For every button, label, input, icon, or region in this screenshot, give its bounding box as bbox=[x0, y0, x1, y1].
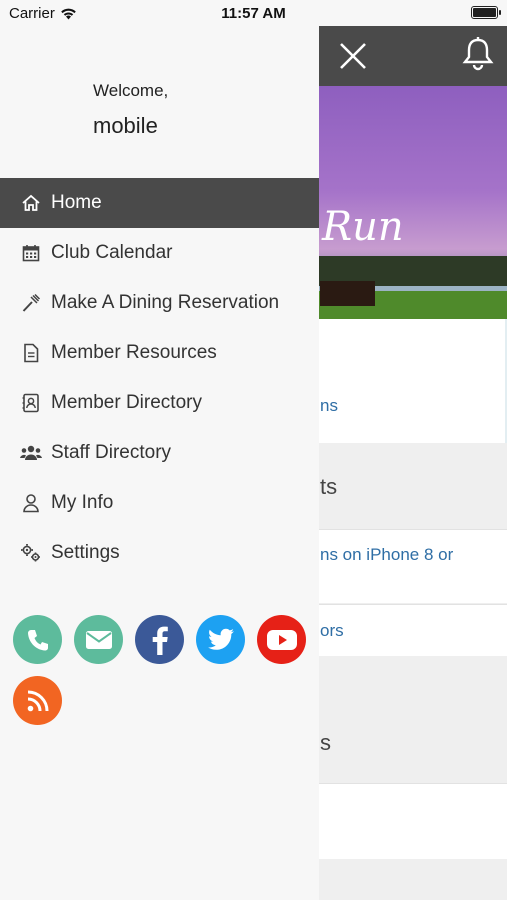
username-label: mobile bbox=[93, 113, 158, 138]
youtube-icon bbox=[266, 629, 297, 650]
clock: 11:57 AM bbox=[221, 5, 286, 22]
email-button[interactable] bbox=[74, 615, 123, 664]
bg-link-1[interactable]: ns bbox=[320, 396, 338, 416]
menu-item-label: Home bbox=[51, 192, 102, 213]
menu-item-label: Club Calendar bbox=[51, 242, 173, 263]
youtube-button[interactable] bbox=[257, 615, 306, 664]
menu-item-member-resources[interactable]: Member Resources bbox=[0, 328, 319, 378]
facebook-button[interactable] bbox=[135, 615, 184, 664]
status-bar: Carrier 11:57 AM bbox=[0, 0, 507, 26]
notifications-button[interactable] bbox=[461, 36, 495, 72]
home-icon bbox=[20, 192, 42, 214]
menu-item-dining-reservation[interactable]: Make A Dining Reservation bbox=[0, 278, 319, 328]
side-drawer: Welcome, mobile Home Club Calendar Make … bbox=[0, 26, 319, 900]
bg-link-2[interactable]: ns on iPhone 8 or bbox=[320, 545, 453, 565]
gears-icon bbox=[20, 542, 42, 564]
menu-item-label: Make A Dining Reservation bbox=[51, 292, 280, 313]
drawer-menu: Home Club Calendar Make A Dining Reserva… bbox=[0, 178, 319, 578]
bell-icon bbox=[462, 37, 494, 71]
group-icon bbox=[20, 442, 42, 464]
facebook-icon bbox=[152, 626, 168, 655]
menu-item-club-calendar[interactable]: Club Calendar bbox=[0, 228, 319, 278]
contact-book-icon bbox=[20, 392, 42, 414]
bg-section-heading-2: s bbox=[320, 730, 331, 755]
battery-icon bbox=[471, 6, 501, 19]
close-drawer-button[interactable] bbox=[335, 39, 371, 73]
menu-item-label: Member Resources bbox=[51, 342, 217, 363]
phone-icon bbox=[27, 629, 48, 650]
menu-item-label: My Info bbox=[51, 492, 114, 513]
menu-item-label: Member Directory bbox=[51, 392, 202, 413]
menu-item-my-info[interactable]: My Info bbox=[0, 478, 319, 528]
hero-script-text: Run bbox=[322, 204, 404, 250]
hero-bench bbox=[320, 281, 375, 306]
menu-item-member-directory[interactable]: Member Directory bbox=[0, 378, 319, 428]
menu-item-home[interactable]: Home bbox=[0, 178, 319, 228]
close-icon bbox=[340, 43, 366, 69]
welcome-label: Welcome, bbox=[93, 81, 169, 100]
menu-item-label: Settings bbox=[51, 542, 120, 563]
rss-icon bbox=[27, 690, 48, 711]
twitter-icon bbox=[207, 628, 234, 650]
bg-link-3[interactable]: ors bbox=[320, 621, 344, 641]
twitter-button[interactable] bbox=[196, 615, 245, 664]
menu-item-label: Staff Directory bbox=[51, 442, 172, 463]
menu-item-settings[interactable]: Settings bbox=[0, 528, 319, 578]
phone-button[interactable] bbox=[13, 615, 62, 664]
utensils-icon bbox=[20, 292, 42, 314]
email-icon bbox=[85, 630, 112, 649]
menu-item-staff-directory[interactable]: Staff Directory bbox=[0, 428, 319, 478]
bg-section-heading-1: ts bbox=[320, 474, 338, 499]
user-icon bbox=[20, 492, 42, 514]
calendar-icon bbox=[20, 242, 42, 264]
rss-button[interactable] bbox=[13, 676, 62, 725]
document-icon bbox=[20, 342, 42, 364]
